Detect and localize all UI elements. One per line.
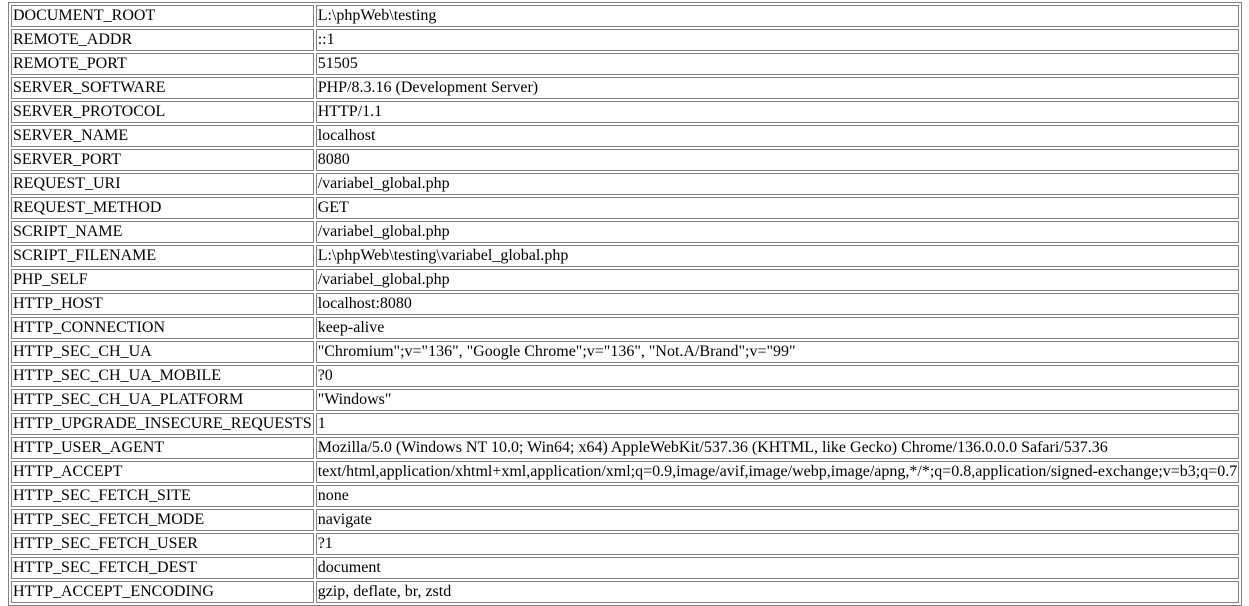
table-row: HTTP_SEC_FETCH_SITE none (11, 485, 1240, 507)
variable-name: HTTP_SEC_CH_UA (11, 341, 314, 363)
server-variables-table: DOCUMENT_ROOT L:\phpWeb\testing REMOTE_ADD… (8, 2, 1243, 606)
table-row: HTTP_SEC_CH_UA_MOBILE ?0 (11, 365, 1240, 387)
variable-value: ?0 (315, 365, 1240, 387)
table-row: REQUEST_URI/variabel_global.php (11, 173, 1240, 195)
variable-name: REQUEST_METHOD (11, 197, 314, 219)
variable-name: SERVER_PORT (11, 149, 314, 171)
variable-name: SCRIPT_NAME (11, 221, 314, 243)
variable-value: text/html,application/xhtml+xml,applicat… (315, 461, 1240, 483)
table-row: DOCUMENT_ROOT L:\phpWeb\testing (11, 5, 1240, 27)
table-row: HTTP_UPGRADE_INSECURE_REQUESTS 1 (11, 413, 1240, 435)
table-row: SCRIPT_NAME/variabel_global.php (11, 221, 1240, 243)
variable-name: REMOTE_PORT (11, 53, 314, 75)
variable-name: HTTP_SEC_CH_UA_MOBILE (11, 365, 314, 387)
variable-value: 51505 (315, 53, 1240, 75)
variable-value: GET (315, 197, 1240, 219)
table-row: HTTP_ACCEPT text/html,application/xhtml+x… (11, 461, 1240, 483)
variable-value: localhost:8080 (315, 293, 1240, 315)
variable-value: /variabel_global.php (315, 269, 1240, 291)
table-row: REQUEST_METHOD GET (11, 197, 1240, 219)
variable-name: HTTP_ACCEPT_ENCODING (11, 581, 314, 603)
variable-name: HTTP_SEC_FETCH_DEST (11, 557, 314, 579)
table-row: HTTP_HOST localhost:8080 (11, 293, 1240, 315)
table-row: SERVER_PORT 8080 (11, 149, 1240, 171)
variable-value: Mozilla/5.0 (Windows NT 10.0; Win64; x64… (315, 437, 1240, 459)
variable-name: HTTP_CONNECTION (11, 317, 314, 339)
table-row: SERVER_PROTOCOL HTTP/1.1 (11, 101, 1240, 123)
table-row: SERVER_NAME localhost (11, 125, 1240, 147)
variable-name: PHP_SELF (11, 269, 314, 291)
table-row: HTTP_SEC_CH_UA "Chromium";v="136", "Googl… (11, 341, 1240, 363)
variable-value: 8080 (315, 149, 1240, 171)
table-row: SERVER_SOFTWARE PHP/8.3.16 (Development S… (11, 77, 1240, 99)
variable-value: L:\phpWeb\testing\variabel_global.php (315, 245, 1240, 267)
variable-name: SCRIPT_FILENAME (11, 245, 314, 267)
variable-name: HTTP_ACCEPT (11, 461, 314, 483)
table-row: REMOTE_PORT 51505 (11, 53, 1240, 75)
table-row: HTTP_SEC_FETCH_MODE navigate (11, 509, 1240, 531)
variable-name: DOCUMENT_ROOT (11, 5, 314, 27)
variable-value: /variabel_global.php (315, 221, 1240, 243)
table-row: HTTP_ACCEPT_ENCODING gzip, deflate, br, z… (11, 581, 1240, 603)
variable-value: "Windows" (315, 389, 1240, 411)
variable-value: keep-alive (315, 317, 1240, 339)
table-row: HTTP_SEC_FETCH_DEST document (11, 557, 1240, 579)
table-row: HTTP_USER_AGENT Mozilla/5.0 (Windows NT 1… (11, 437, 1240, 459)
table-row: HTTP_SEC_CH_UA_PLATFORM "Windows" (11, 389, 1240, 411)
variable-value: L:\phpWeb\testing (315, 5, 1240, 27)
variable-name: REQUEST_URI (11, 173, 314, 195)
variable-name: HTTP_HOST (11, 293, 314, 315)
variable-name: SERVER_SOFTWARE (11, 77, 314, 99)
variable-name: HTTP_USER_AGENT (11, 437, 314, 459)
table-row: PHP_SELF/variabel_global.php (11, 269, 1240, 291)
variable-value: "Chromium";v="136", "Google Chrome";v="1… (315, 341, 1240, 363)
variable-value: /variabel_global.php (315, 173, 1240, 195)
variable-value: navigate (315, 509, 1240, 531)
variable-name: HTTP_SEC_CH_UA_PLATFORM (11, 389, 314, 411)
variable-name: HTTP_SEC_FETCH_MODE (11, 509, 314, 531)
variable-value: ?1 (315, 533, 1240, 555)
table-row: HTTP_SEC_FETCH_USER ?1 (11, 533, 1240, 555)
variable-name: HTTP_UPGRADE_INSECURE_REQUESTS (11, 413, 314, 435)
variable-name: SERVER_PROTOCOL (11, 101, 314, 123)
table-row: SCRIPT_FILENAME L:\phpWeb\testing\variabe… (11, 245, 1240, 267)
variable-value: ::1 (315, 29, 1240, 51)
table-row: HTTP_CONNECTION keep-alive (11, 317, 1240, 339)
variable-value: document (315, 557, 1240, 579)
variable-name: HTTP_SEC_FETCH_SITE (11, 485, 314, 507)
variable-value: HTTP/1.1 (315, 101, 1240, 123)
variable-value: PHP/8.3.16 (Development Server) (315, 77, 1240, 99)
variable-name: REMOTE_ADDR (11, 29, 314, 51)
variable-value: 1 (315, 413, 1240, 435)
variable-value: none (315, 485, 1240, 507)
variable-value: localhost (315, 125, 1240, 147)
table-row: REMOTE_ADDR::1 (11, 29, 1240, 51)
variable-value: gzip, deflate, br, zstd (315, 581, 1240, 603)
variable-name: HTTP_SEC_FETCH_USER (11, 533, 314, 555)
variable-name: SERVER_NAME (11, 125, 314, 147)
